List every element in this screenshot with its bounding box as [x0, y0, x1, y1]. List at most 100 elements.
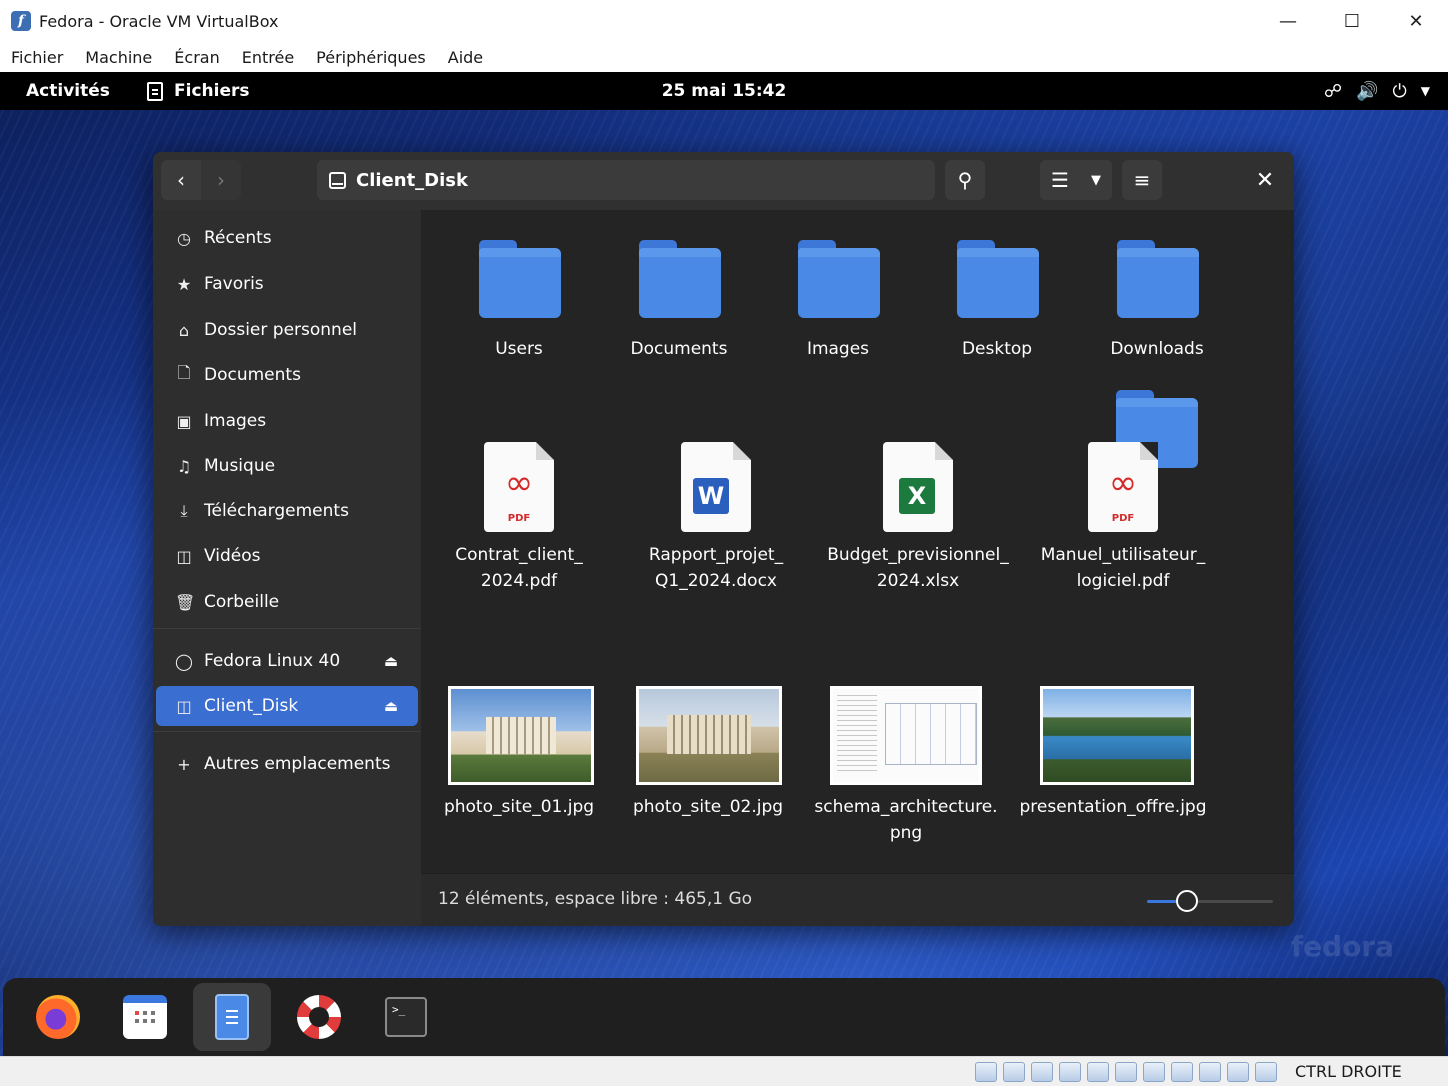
- home-icon: ⌂: [178, 320, 190, 340]
- close-window-button[interactable]: ✕: [1384, 0, 1448, 42]
- menu-peripheriques[interactable]: Périphériques: [316, 48, 426, 67]
- sidebar-item-label: Dossier personnel: [204, 320, 358, 340]
- display-icon[interactable]: [1143, 1062, 1165, 1082]
- menu-ecran[interactable]: Écran: [174, 48, 219, 67]
- folder-icon: [639, 240, 721, 318]
- sidebar-item-recents[interactable]: ◷ Récents: [156, 218, 418, 258]
- sidebar-item-documents[interactable]: 🗋 Documents: [156, 355, 418, 395]
- plus-icon: +: [177, 754, 191, 774]
- eject-icon[interactable]: ⏏: [384, 697, 398, 715]
- dock-firefox[interactable]: [19, 983, 97, 1051]
- sidebar-item-other-locations[interactable]: + Autres emplacements: [156, 744, 418, 784]
- app-menu-button[interactable]: Fichiers: [147, 81, 249, 101]
- file-name-line2: 2024.pdf: [480, 571, 558, 591]
- file-item[interactable]: X Budget_previsionnel_ 2024.xlsx: [823, 442, 1013, 602]
- folder-item[interactable]: Downloads: [1062, 240, 1252, 360]
- activities-button[interactable]: Activités: [26, 81, 110, 101]
- file-item[interactable]: W Rapport_projet_ Q1_2024.docx: [621, 442, 811, 602]
- file-name-line2: 2024.xlsx: [876, 571, 960, 591]
- cpu-icon[interactable]: [1227, 1062, 1249, 1082]
- image-item[interactable]: photo_site_01.jpg: [424, 686, 614, 846]
- image-item[interactable]: schema_architecture. png: [811, 686, 1001, 846]
- sidebar-item-client-disk[interactable]: ◫ Client_Disk ⏏: [156, 686, 418, 726]
- network-adapter-icon[interactable]: [1059, 1062, 1081, 1082]
- sidebar-item-label: Fedora Linux 40: [204, 651, 341, 671]
- dock-terminal[interactable]: >_: [367, 983, 445, 1051]
- sidebar-item-label: Client_Disk: [204, 696, 299, 716]
- folder-icon: [798, 240, 880, 318]
- clipboard-icon[interactable]: [1199, 1062, 1221, 1082]
- volume-icon: 🔊: [1356, 80, 1379, 102]
- audio-icon[interactable]: [1031, 1062, 1053, 1082]
- menu-entree[interactable]: Entrée: [242, 48, 294, 67]
- forward-button[interactable]: ›: [201, 160, 241, 200]
- eject-icon[interactable]: ⏏: [384, 652, 398, 670]
- menu-aide[interactable]: Aide: [448, 48, 483, 67]
- chevron-down-icon: ▼: [1420, 84, 1430, 98]
- pdf-file-icon: ∞ PDF: [484, 442, 554, 532]
- acrobat-icon: ∞: [504, 463, 534, 503]
- sidebar-item-corbeille[interactable]: 🗑 Corbeille: [156, 582, 418, 622]
- vbox-statusbar: CTRL DROITE: [0, 1056, 1448, 1086]
- zoom-slider-handle[interactable]: [1176, 890, 1199, 912]
- file-name: photo_site_01.jpg: [443, 797, 595, 817]
- back-button[interactable]: ‹: [161, 160, 201, 200]
- menu-fichier[interactable]: Fichier: [11, 48, 63, 67]
- fedora-watermark: fedora: [1290, 930, 1394, 963]
- dash: >_: [3, 978, 1445, 1056]
- sidebar-item-videos[interactable]: ◫ Vidéos: [156, 536, 418, 576]
- sidebar-item-label: Favoris: [204, 274, 264, 294]
- firefox-icon: [36, 995, 80, 1039]
- view-list-button[interactable]: ☰: [1040, 160, 1080, 200]
- sidebar-separator: [153, 731, 421, 732]
- shared-folder-icon[interactable]: [1115, 1062, 1137, 1082]
- sidebar-item-favoris[interactable]: ★ Favoris: [156, 264, 418, 304]
- download-icon: ⤓: [180, 501, 188, 520]
- list-view-icon: ☰: [1051, 168, 1069, 192]
- file-name-line2: png: [889, 823, 923, 843]
- image-item[interactable]: photo_site_02.jpg: [613, 686, 803, 846]
- fedora-logo-icon: f: [11, 11, 31, 31]
- dock-help[interactable]: [280, 983, 358, 1051]
- hard-disk-icon[interactable]: [975, 1062, 997, 1082]
- terminal-icon: >_: [385, 997, 427, 1037]
- minimize-button[interactable]: —: [1256, 0, 1320, 42]
- sidebar-item-label: Documents: [204, 365, 301, 385]
- system-menu-button[interactable]: ☍ 🔊 ⏻ ▼: [1324, 81, 1430, 102]
- view-options-button[interactable]: ▼: [1080, 160, 1112, 200]
- sidebar-item-telechargements[interactable]: ⤓ Téléchargements: [156, 491, 418, 531]
- status-bar: 12 éléments, espace libre : 465,1 Go: [421, 873, 1294, 926]
- file-item[interactable]: ∞ PDF Contrat_client_ 2024.pdf: [424, 442, 614, 602]
- sidebar-item-home[interactable]: ⌂ Dossier personnel: [156, 310, 418, 350]
- vbox-titlebar: f Fedora - Oracle VM VirtualBox — ☐ ✕: [0, 0, 1448, 42]
- excel-file-icon: X: [883, 442, 953, 532]
- guest-desktop: Activités Fichiers 25 mai 15:42 ☍ 🔊 ⏻ ▼ …: [0, 72, 1448, 1056]
- drive-icon: [329, 171, 346, 189]
- app-menu-label: Fichiers: [174, 81, 250, 101]
- main-menu-button[interactable]: ≡: [1122, 160, 1162, 200]
- sidebar-item-label: Autres emplacements: [204, 754, 391, 774]
- usb-icon[interactable]: [1087, 1062, 1109, 1082]
- files-icon: [215, 994, 249, 1040]
- maximize-button[interactable]: ☐: [1320, 0, 1384, 42]
- recording-icon[interactable]: [1171, 1062, 1193, 1082]
- optical-drive-icon[interactable]: [1003, 1062, 1025, 1082]
- path-bar[interactable]: Client_Disk: [317, 160, 935, 200]
- menu-machine[interactable]: Machine: [85, 48, 152, 67]
- path-label: Client_Disk: [356, 169, 468, 191]
- image-item[interactable]: presentation_offre.jpg: [1018, 686, 1208, 846]
- close-button[interactable]: ✕: [1245, 160, 1285, 200]
- dock-files[interactable]: [193, 983, 271, 1051]
- file-item[interactable]: ∞ PDF Manuel_utilisateur_ logiciel.pdf: [1028, 390, 1218, 602]
- sidebar-item-label: Récents: [204, 228, 272, 248]
- zoom-slider[interactable]: [1147, 890, 1273, 912]
- status-text: 12 éléments, espace libre : 465,1 Go: [438, 889, 753, 909]
- sidebar-item-images[interactable]: ▣ Images: [156, 401, 418, 441]
- search-icon: ⚲: [957, 168, 973, 192]
- help-lifebuoy-icon: [297, 995, 341, 1039]
- sidebar-item-fedora-linux[interactable]: ◯ Fedora Linux 40 ⏏: [156, 641, 418, 681]
- search-button[interactable]: ⚲: [945, 160, 985, 200]
- dock-calendar[interactable]: [106, 983, 184, 1051]
- mouse-integration-icon[interactable]: [1255, 1062, 1277, 1082]
- sidebar-item-musique[interactable]: ♫ Musique: [156, 446, 418, 486]
